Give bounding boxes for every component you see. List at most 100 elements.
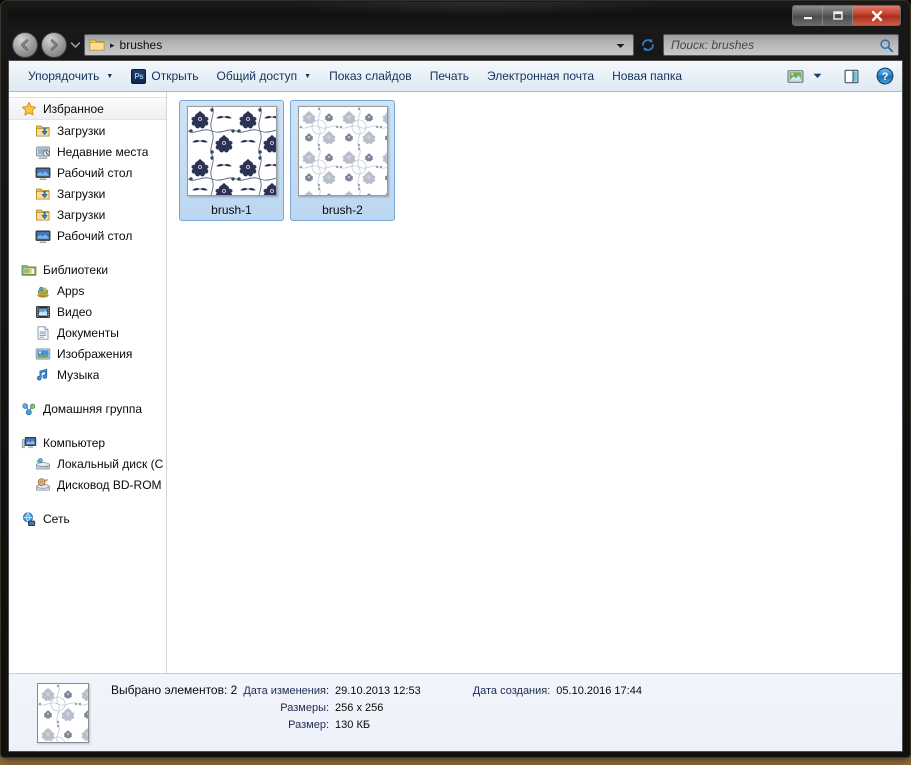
created-date-key: Дата создания: (472, 685, 551, 697)
sidebar-item-network[interactable]: Сеть (9, 508, 166, 529)
view-mode-dropdown-button[interactable] (808, 64, 826, 88)
preview-pane-icon (843, 68, 860, 85)
chevron-down-icon (616, 44, 625, 48)
breadcrumb-separator: ▸ (110, 39, 115, 50)
modified-date-key: Дата изменения: (243, 685, 330, 697)
organize-button[interactable]: Упорядочить ▼ (19, 64, 122, 88)
window-title-bar[interactable] (8, 2, 903, 30)
pictures-icon (35, 346, 51, 362)
sidebar-item-recent-places[interactable]: Недавние места (9, 141, 166, 162)
sidebar-label: Недавние места (57, 144, 149, 159)
sidebar-item-documents[interactable]: Документы (9, 322, 166, 343)
downloads-icon (35, 186, 51, 202)
sidebar-label: Apps (57, 283, 85, 298)
sidebar-item-music[interactable]: Музыка (9, 364, 166, 385)
email-button[interactable]: Электронная почта (478, 64, 603, 88)
video-icon (35, 304, 51, 320)
desktop-icon (35, 165, 51, 181)
refresh-icon (641, 38, 654, 52)
brush-1-thumbnail-image (187, 107, 276, 195)
sidebar-label: Загрузки (57, 186, 106, 201)
sidebar-label: Компьютер (43, 435, 106, 450)
local-disk-icon (35, 456, 51, 472)
file-list-view[interactable]: brush-1 brush-2 (167, 92, 902, 673)
sidebar-item-downloads-3[interactable]: Загрузки (9, 204, 166, 225)
size-key: Размер: (288, 719, 330, 731)
selected-count-label: Выбрано элементов: 2 (111, 683, 238, 697)
breadcrumb-crumb-brushes[interactable]: brushes (120, 38, 163, 52)
libraries-icon (21, 262, 37, 278)
sidebar-item-video[interactable]: Видео (9, 301, 166, 322)
help-icon (876, 67, 894, 85)
modified-date-value: 29.10.2013 12:53 Дата создания: 05.10.20… (335, 685, 642, 697)
created-date-value: 05.10.2016 17:44 (556, 685, 642, 697)
sidebar-label: Домашняя группа (43, 401, 143, 416)
sidebar-label: Дисковод BD-ROM (57, 477, 162, 492)
sidebar-label: Загрузки (57, 123, 106, 138)
computer-icon (21, 435, 37, 451)
sidebar-label: Музыка (57, 367, 100, 382)
minimize-button[interactable] (793, 6, 823, 25)
breadcrumb-dropdown-button[interactable] (610, 36, 631, 54)
forward-button[interactable] (41, 32, 67, 58)
sidebar-item-downloads-2[interactable]: Загрузки (9, 183, 166, 204)
sidebar-item-bd-rom[interactable]: Дисковод BD-ROM (9, 474, 166, 495)
view-mode-icon (787, 68, 804, 85)
back-button[interactable] (12, 32, 38, 58)
chevron-down-icon: ▼ (106, 72, 114, 80)
music-icon (35, 367, 51, 383)
command-toolbar: Упорядочить ▼ Ps Открыть Общий доступ ▼ … (9, 61, 902, 92)
sidebar-item-desktop-2[interactable]: Рабочий стол (9, 225, 166, 246)
sidebar-item-computer[interactable]: Компьютер (9, 432, 166, 453)
breadcrumb[interactable]: ▸ brushes (84, 34, 634, 56)
email-label: Электронная почта (487, 69, 595, 83)
dimensions-value: 256 x 256 (335, 702, 384, 714)
search-icon[interactable] (879, 38, 894, 53)
details-info: Выбрано элементов: 2 Дата изменения: 29.… (111, 683, 642, 731)
sidebar-label: Изображения (57, 346, 133, 361)
sidebar-label: Видео (57, 304, 93, 319)
sidebar-item-local-disk[interactable]: Локальный диск (C (9, 453, 166, 474)
maximize-icon (832, 11, 843, 20)
sidebar-label: Библиотеки (43, 262, 109, 277)
homegroup-icon (21, 401, 37, 417)
chevron-down-icon: ▼ (304, 72, 312, 80)
sidebar-item-desktop[interactable]: Рабочий стол (9, 162, 166, 183)
back-arrow-icon (21, 39, 29, 51)
sidebar-item-pictures[interactable]: Изображения (9, 343, 166, 364)
slideshow-button[interactable]: Показ слайдов (320, 64, 421, 88)
sidebar-item-libraries[interactable]: Библиотеки (9, 259, 166, 280)
share-button[interactable]: Общий доступ ▼ (208, 64, 321, 88)
search-input[interactable] (671, 38, 879, 52)
recent-pages-button[interactable] (70, 32, 81, 58)
refresh-button[interactable] (637, 34, 658, 56)
downloads-icon (35, 123, 51, 139)
maximize-button[interactable] (823, 6, 853, 25)
help-button[interactable] (872, 64, 898, 88)
sidebar-item-apps[interactable]: Apps (9, 280, 166, 301)
sidebar-item-downloads[interactable]: Загрузки (9, 120, 166, 141)
explorer-body: Избранное Загрузки Недавние места Рабочи… (9, 92, 902, 673)
chevron-down-icon (71, 42, 80, 48)
open-button[interactable]: Ps Открыть (122, 64, 207, 88)
sidebar-label: Рабочий стол (57, 228, 133, 243)
new-folder-button[interactable]: Новая папка (603, 64, 691, 88)
open-label: Открыть (151, 69, 199, 83)
file-item-brush-2[interactable]: brush-2 (290, 100, 395, 221)
forward-arrow-icon (50, 39, 58, 51)
file-item-brush-1[interactable]: brush-1 (179, 100, 284, 221)
search-box[interactable] (663, 34, 899, 56)
view-mode-button[interactable] (782, 64, 808, 88)
modified-date-text: 29.10.2013 12:53 (335, 685, 421, 697)
close-button[interactable] (853, 6, 900, 25)
sidebar-item-homegroup[interactable]: Домашняя группа (9, 398, 166, 419)
explorer-window: ▸ brushes Поиск: brushes Упорядочить ▼ P… (0, 0, 911, 758)
sidebar-label: Сеть (43, 511, 70, 526)
print-label: Печать (429, 69, 469, 83)
print-button[interactable]: Печать (421, 64, 478, 88)
file-name-label: brush-2 (322, 203, 363, 217)
preview-pane-button[interactable] (838, 64, 864, 88)
sidebar-item-favorites[interactable]: Избранное (9, 97, 166, 120)
